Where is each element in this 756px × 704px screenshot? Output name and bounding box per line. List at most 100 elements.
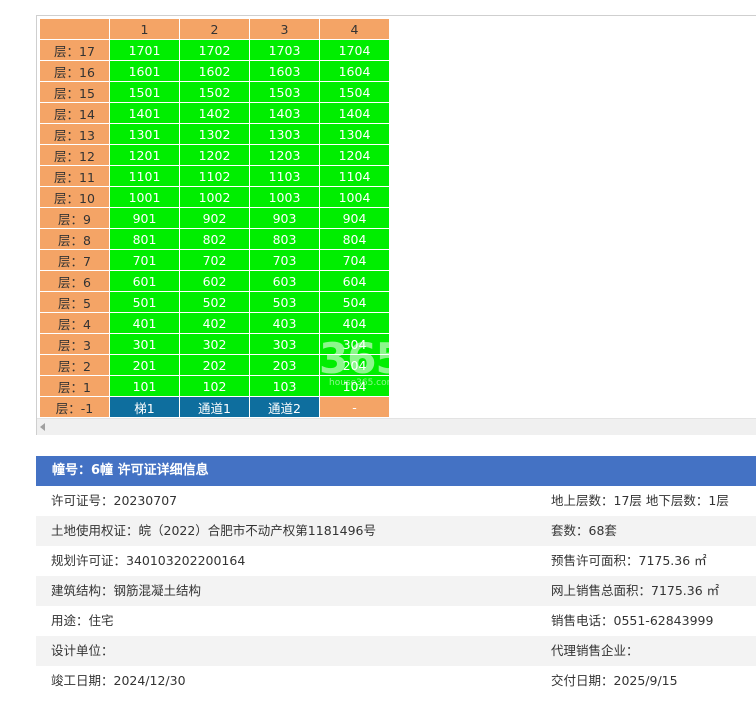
unit-cell[interactable]: 401 [109,312,180,334]
unit-cell[interactable]: 704 [319,249,390,271]
unit-cell[interactable]: 1503 [249,81,320,103]
unit-cell[interactable]: 1604 [319,60,390,82]
unit-cell[interactable]: 1002 [179,186,250,208]
permit-field-left: 设计单位： [51,643,114,658]
unit-cell[interactable]: 404 [319,312,390,334]
unit-cell[interactable]: 1304 [319,123,390,145]
unit-cell[interactable]: 502 [179,291,250,313]
unit-cell[interactable]: 601 [109,270,180,292]
unit-cell[interactable]: 203 [249,354,320,376]
unit-cell[interactable]: 101 [109,375,180,397]
unit-cell[interactable]: 301 [109,333,180,355]
unit-cell[interactable]: 901 [109,207,180,229]
permit-field-left: 规划许可证：340103202200164 [51,553,246,568]
unit-cell[interactable]: 702 [179,249,250,271]
floor-label: 层：12 [39,144,110,166]
unit-cell[interactable]: 1502 [179,81,250,103]
unit-cell[interactable]: 1401 [109,102,180,124]
unit-cell[interactable]: 903 [249,207,320,229]
unit-cell[interactable]: 602 [179,270,250,292]
floor-unit-table: 1 2 3 4 层：17 1701 1702 1703 1704 层：16 1601 1602… [39,18,390,418]
unit-cell[interactable]: 1404 [319,102,390,124]
unit-cell[interactable]: 801 [109,228,180,250]
unit-cell[interactable]: 604 [319,270,390,292]
floor-label: 层：17 [39,39,110,61]
unit-cell[interactable]: 1104 [319,165,390,187]
floor-row: 层：3 301 302 303 304 [39,333,390,355]
horizontal-scrollbar[interactable] [37,418,756,435]
floor-row: 层：11 1101 1102 1103 1104 [39,165,390,187]
unit-cell[interactable]: 1703 [249,39,320,61]
floor-row: 层：1 101 102 103 104 [39,375,390,397]
unit-cell[interactable]: 904 [319,207,390,229]
permit-info-row: 竣工日期：2024/12/30 交付日期：2025/9/15 [36,666,756,696]
floor-label: 层：-1 [39,396,110,418]
unit-cell[interactable]: 501 [109,291,180,313]
unit-cell[interactable]: 1004 [319,186,390,208]
floor-row: 层：5 501 502 503 504 [39,291,390,313]
permit-field-left: 竣工日期：2024/12/30 [51,673,186,688]
floor-label: 层：8 [39,228,110,250]
unit-cell[interactable]: 1402 [179,102,250,124]
unit-cell[interactable]: 1202 [179,144,250,166]
unit-cell[interactable]: 1001 [109,186,180,208]
unit-cell[interactable]: 201 [109,354,180,376]
floor-row: 层：4 401 402 403 404 [39,312,390,334]
unit-cell[interactable]: 1702 [179,39,250,61]
permit-info-row: 建筑结构：钢筋混凝土结构 网上销售总面积：7175.36 ㎡ [36,576,756,606]
unit-cell[interactable]: 1003 [249,186,320,208]
floor-row: 层：10 1001 1002 1003 1004 [39,186,390,208]
facility-cell[interactable]: 通道2 [249,396,320,418]
permit-field-left: 许可证号：20230707 [51,493,178,508]
unit-cell[interactable]: 504 [319,291,390,313]
permit-field-right: 销售电话：0551-62843999 [551,613,714,628]
unit-cell[interactable]: 1103 [249,165,320,187]
facility-cell[interactable]: 梯1 [109,396,180,418]
floor-grid-frame: 1 2 3 4 层：17 1701 1702 1703 1704 层：16 1601 1602… [36,15,756,435]
unit-cell[interactable]: 1302 [179,123,250,145]
unit-cell[interactable]: 1301 [109,123,180,145]
facility-cell[interactable]: 通道1 [179,396,250,418]
floor-row: 层：6 601 602 603 604 [39,270,390,292]
floor-row: 层：8 801 802 803 804 [39,228,390,250]
unit-cell[interactable]: 1602 [179,60,250,82]
permit-field-left: 土地使用权证：皖（2022）合肥市不动产权第1181496号 [51,523,376,538]
unit-cell[interactable]: 303 [249,333,320,355]
unit-cell[interactable]: 1501 [109,81,180,103]
unit-cell[interactable]: 503 [249,291,320,313]
permit-field-left: 用途：住宅 [51,613,114,628]
unit-cell[interactable]: 1201 [109,144,180,166]
unit-cell[interactable]: 1603 [249,60,320,82]
unit-cell[interactable]: 603 [249,270,320,292]
unit-cell[interactable]: 701 [109,249,180,271]
unit-cell[interactable]: 204 [319,354,390,376]
unit-cell[interactable]: 802 [179,228,250,250]
unit-cell[interactable]: 803 [249,228,320,250]
column-header: 1 [109,18,180,40]
unit-cell[interactable]: 902 [179,207,250,229]
unit-cell[interactable]: 1701 [109,39,180,61]
unit-cell[interactable]: 1601 [109,60,180,82]
column-header: 3 [249,18,320,40]
unit-cell[interactable]: 402 [179,312,250,334]
unit-cell[interactable]: 1204 [319,144,390,166]
unit-cell[interactable]: 1101 [109,165,180,187]
unit-cell[interactable]: 1203 [249,144,320,166]
unit-cell[interactable]: 102 [179,375,250,397]
unit-cell[interactable]: 1504 [319,81,390,103]
unit-cell[interactable]: 202 [179,354,250,376]
unit-cell[interactable]: 1102 [179,165,250,187]
unit-cell[interactable]: 703 [249,249,320,271]
unit-cell[interactable]: 103 [249,375,320,397]
unit-cell[interactable]: 1704 [319,39,390,61]
unit-cell[interactable]: 304 [319,333,390,355]
permit-details-header: 幢号：6幢 许可证详细信息 [36,456,756,486]
unit-cell[interactable]: 1303 [249,123,320,145]
floor-row: 层：16 1601 1602 1603 1604 [39,60,390,82]
unit-cell[interactable]: 104 [319,375,390,397]
unit-cell[interactable]: 804 [319,228,390,250]
scroll-left-arrow-icon[interactable] [40,423,45,431]
unit-cell[interactable]: 302 [179,333,250,355]
unit-cell[interactable]: 403 [249,312,320,334]
unit-cell[interactable]: 1403 [249,102,320,124]
